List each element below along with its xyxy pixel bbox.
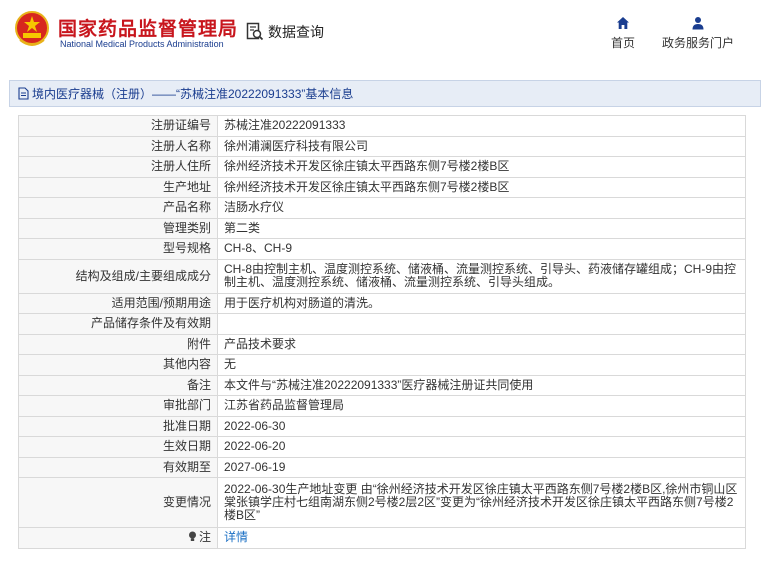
- row-label: 附件: [18, 333, 218, 355]
- row-label: 型号规格: [18, 238, 218, 260]
- row-value: CH-8、CH-9: [217, 238, 746, 260]
- note-value-cell: 详情: [217, 527, 746, 549]
- row-value: 徐州浦澜医疗科技有限公司: [217, 135, 746, 157]
- record-title-bar: 境内医疗器械（注册）——“苏械注准20222091333”基本信息: [9, 80, 761, 107]
- table-row: 备注 本文件与“苏械注准20222091333”医疗器械注册证共同使用: [18, 374, 746, 396]
- row-label: 其他内容: [18, 354, 218, 376]
- row-label: 生效日期: [18, 436, 218, 458]
- row-label: 注册人住所: [18, 156, 218, 178]
- row-value: 产品技术要求: [217, 333, 746, 355]
- table-row: 生效日期 2022-06-20: [18, 436, 746, 458]
- table-row: 型号规格 CH-8、CH-9: [18, 238, 746, 260]
- table-row: 结构及组成/主要组成成分 CH-8由控制主机、温度测控系统、储液桶、流量测控系统…: [18, 258, 746, 294]
- brand-title-en: National Medical Products Administration: [60, 39, 224, 49]
- row-label: 注: [198, 530, 211, 545]
- row-label: 生产地址: [18, 176, 218, 198]
- data-query-label: 数据查询: [268, 24, 324, 40]
- site-header: 国家药品监督管理局 National Medical Products Admi…: [0, 0, 764, 66]
- table-row: 批准日期 2022-06-30: [18, 415, 746, 437]
- data-query-link[interactable]: 数据查询: [246, 22, 324, 42]
- nav-service-portal-label: 政务服务门户: [661, 36, 734, 50]
- table-row: 注册人名称 徐州浦澜医疗科技有限公司: [18, 135, 746, 157]
- row-label: 注册人名称: [18, 135, 218, 157]
- table-row: 注册证编号 苏械注准20222091333: [18, 115, 746, 137]
- table-row: 注册人住所 徐州经济技术开发区徐庄镇太平西路东侧7号楼2楼B区: [18, 156, 746, 178]
- row-label: 有效期至: [18, 456, 218, 478]
- row-label: 审批部门: [18, 395, 218, 417]
- table-row: 产品储存条件及有效期: [18, 313, 746, 335]
- lightbulb-icon: [188, 531, 196, 542]
- row-label: 管理类别: [18, 217, 218, 239]
- row-value: 2027-06-19: [217, 456, 746, 478]
- row-label: 产品名称: [18, 197, 218, 219]
- national-emblem-icon: [15, 11, 49, 46]
- row-value: 2022-06-30: [217, 415, 746, 437]
- row-label: 注册证编号: [18, 115, 218, 137]
- table-row: 生产地址 徐州经济技术开发区徐庄镇太平西路东侧7号楼2楼B区: [18, 176, 746, 198]
- nav-home[interactable]: 首页: [600, 16, 646, 51]
- row-value: 本文件与“苏械注准20222091333”医疗器械注册证共同使用: [217, 374, 746, 396]
- nav-service-portal[interactable]: 政务服务门户: [656, 16, 740, 51]
- row-label: 适用范围/预期用途: [18, 292, 218, 314]
- row-label: 变更情况: [18, 477, 218, 528]
- row-value: 2022-06-20: [217, 436, 746, 458]
- row-value: CH-8由控制主机、温度测控系统、储液桶、流量测控系统、引导头、药液储存罐组成；…: [217, 258, 746, 294]
- row-value: [217, 313, 746, 335]
- home-icon: [617, 17, 629, 29]
- table-row: 适用范围/预期用途 用于医疗机构对肠道的清洗。: [18, 292, 746, 314]
- table-row: 审批部门 江苏省药品监督管理局: [18, 395, 746, 417]
- row-label: 备注: [18, 374, 218, 396]
- table-row: 产品名称 洁肠水疗仪: [18, 197, 746, 219]
- row-value: 第二类: [217, 217, 746, 239]
- row-value: 用于医疗机构对肠道的清洗。: [217, 292, 746, 314]
- row-label: 产品储存条件及有效期: [18, 313, 218, 335]
- row-value: 徐州经济技术开发区徐庄镇太平西路东侧7号楼2楼B区: [217, 156, 746, 178]
- document-icon: [18, 87, 29, 100]
- device-info-table: 注册证编号 苏械注准20222091333 注册人名称 徐州浦澜医疗科技有限公司…: [18, 115, 746, 549]
- nav-home-label: 首页: [610, 36, 635, 50]
- document-search-icon: [246, 22, 264, 41]
- note-label-cell: 注: [18, 527, 218, 549]
- table-row: 注 详情: [18, 527, 746, 549]
- row-label: 结构及组成/主要组成成分: [18, 258, 218, 294]
- record-title: 境内医疗器械（注册）——“苏械注准20222091333”基本信息: [32, 87, 354, 101]
- table-row: 其他内容 无: [18, 354, 746, 376]
- row-label: 批准日期: [18, 415, 218, 437]
- row-value: 无: [217, 354, 746, 376]
- row-value: 徐州经济技术开发区徐庄镇太平西路东侧7号楼2楼B区: [217, 176, 746, 198]
- row-value: 2022-06-30生产地址变更 由“徐州经济技术开发区徐庄镇太平西路东侧7号楼…: [217, 477, 746, 528]
- table-row: 变更情况 2022-06-30生产地址变更 由“徐州经济技术开发区徐庄镇太平西路…: [18, 477, 746, 528]
- user-icon: [692, 17, 704, 30]
- table-row: 管理类别 第二类: [18, 217, 746, 239]
- row-value: 洁肠水疗仪: [217, 197, 746, 219]
- brand-title-cn: 国家药品监督管理局: [58, 19, 239, 40]
- row-value: 苏械注准20222091333: [217, 115, 746, 137]
- table-row: 有效期至 2027-06-19: [18, 456, 746, 478]
- details-link[interactable]: 详情: [224, 530, 248, 544]
- table-row: 附件 产品技术要求: [18, 333, 746, 355]
- row-value: 江苏省药品监督管理局: [217, 395, 746, 417]
